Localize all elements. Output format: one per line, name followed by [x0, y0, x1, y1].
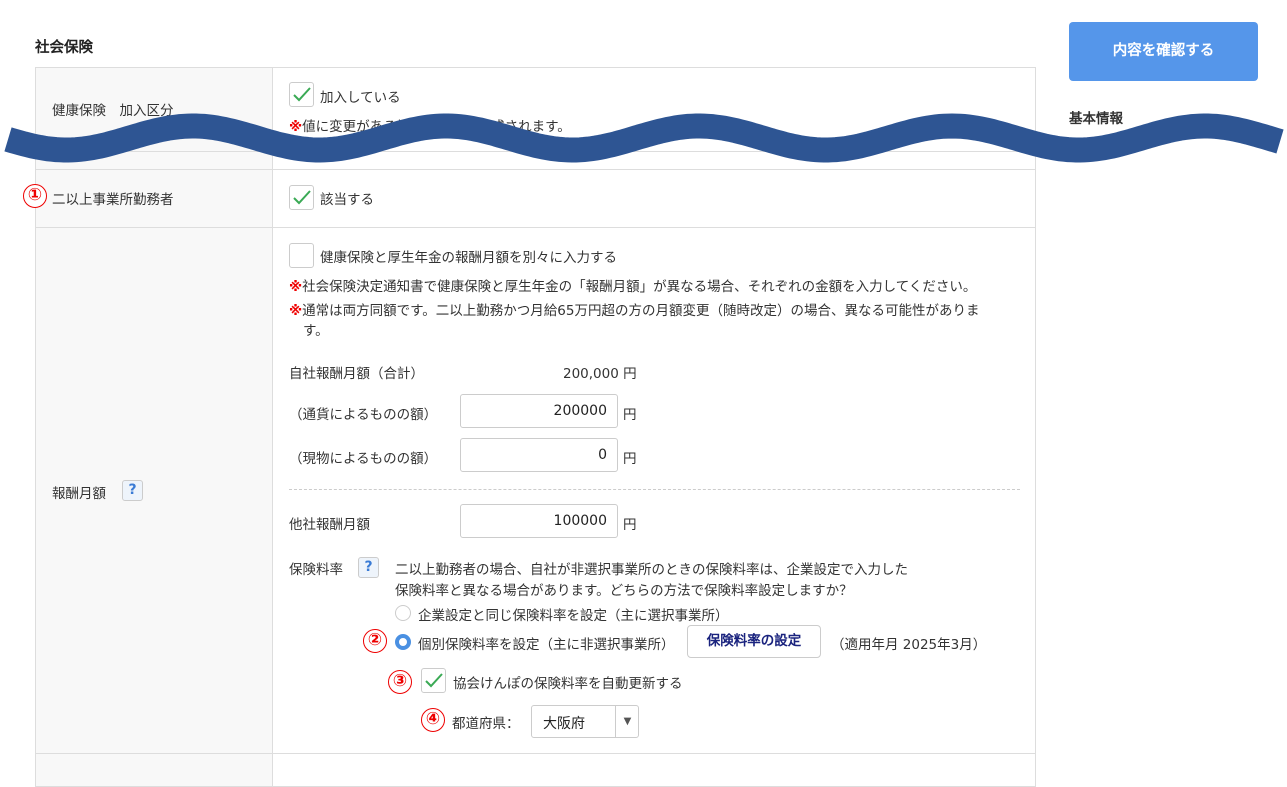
in-kind-label: （現物によるものの額） — [289, 451, 438, 467]
radio-company-rate[interactable] — [395, 605, 411, 621]
chevron-down-icon: ▼ — [615, 706, 639, 737]
own-total-value: 200,000 円 — [563, 366, 637, 382]
note-mark: ※ — [289, 279, 303, 295]
prefecture-value: 大阪府 — [543, 716, 585, 732]
check-icon — [425, 673, 443, 688]
pay-note-2-cont: す。 — [303, 323, 329, 339]
pay-note-2: 通常は両方同額です。二以上勤務かつ月給65万円超の方の月額変更（随時改定）の場合… — [302, 303, 980, 319]
note-mark: ※ — [289, 303, 303, 319]
radio-company-rate-label: 企業設定と同じ保険料率を設定（主に選択事業所） — [418, 608, 729, 624]
separate-pay-checkbox[interactable] — [289, 243, 314, 268]
rate-description-2: 保険料率と異なる場合があります。どちらの方法で保険料率設定しますか？ — [395, 583, 853, 599]
rate-help-icon[interactable]: ? — [358, 557, 379, 578]
auto-update-checkbox[interactable] — [421, 668, 446, 693]
rate-description-1: 二以上勤務者の場合、自社が非選択事業所のときの保険料率は、企業設定で入力した — [395, 562, 908, 578]
other-pay-label: 他社報酬月額 — [289, 517, 370, 533]
marker-3: ③ — [388, 670, 412, 694]
separate-pay-label: 健康保険と厚生年金の報酬月額を別々に入力する — [320, 250, 617, 266]
currency-amount-input[interactable]: 200000 — [460, 394, 618, 428]
applied-month: （適用年月 2025年3月） — [831, 637, 987, 653]
currency-label: （通貨によるものの額） — [289, 407, 438, 423]
dashed-divider — [289, 489, 1020, 490]
row-divider — [36, 227, 1035, 228]
prefecture-select[interactable]: 大阪府 ▼ — [531, 705, 639, 738]
marker-4: ④ — [421, 708, 445, 732]
auto-update-label: 協会けんぽの保険料率を自動更新する — [453, 676, 683, 692]
wave-path — [4, 113, 1284, 163]
other-pay-input[interactable]: 100000 — [460, 504, 618, 538]
monthly-pay-help-icon[interactable]: ? — [122, 480, 143, 501]
own-total-label: 自社報酬月額（合計） — [289, 366, 424, 382]
yen-unit: 円 — [623, 451, 637, 467]
row-divider — [36, 753, 1035, 754]
radio-individual-rate[interactable] — [395, 634, 411, 650]
yen-unit: 円 — [623, 517, 637, 533]
rate-label: 保険料率 — [289, 562, 343, 578]
radio-individual-rate-label: 個別保険料率を設定（主に非選択事業所） — [418, 637, 675, 653]
prefecture-label: 都道府県： — [452, 716, 520, 732]
monthly-pay-label: 報酬月額 — [52, 486, 106, 502]
in-kind-amount-input[interactable]: 0 — [460, 438, 618, 472]
marker-2: ② — [363, 629, 387, 653]
rate-settings-button[interactable]: 保険料率の設定 — [687, 625, 821, 658]
pay-note-1: 社会保険決定通知書で健康保険と厚生年金の「報酬月額」が異なる場合、それぞれの金額… — [302, 279, 977, 295]
yen-unit: 円 — [623, 407, 637, 423]
wave-break-decoration — [4, 113, 1284, 163]
